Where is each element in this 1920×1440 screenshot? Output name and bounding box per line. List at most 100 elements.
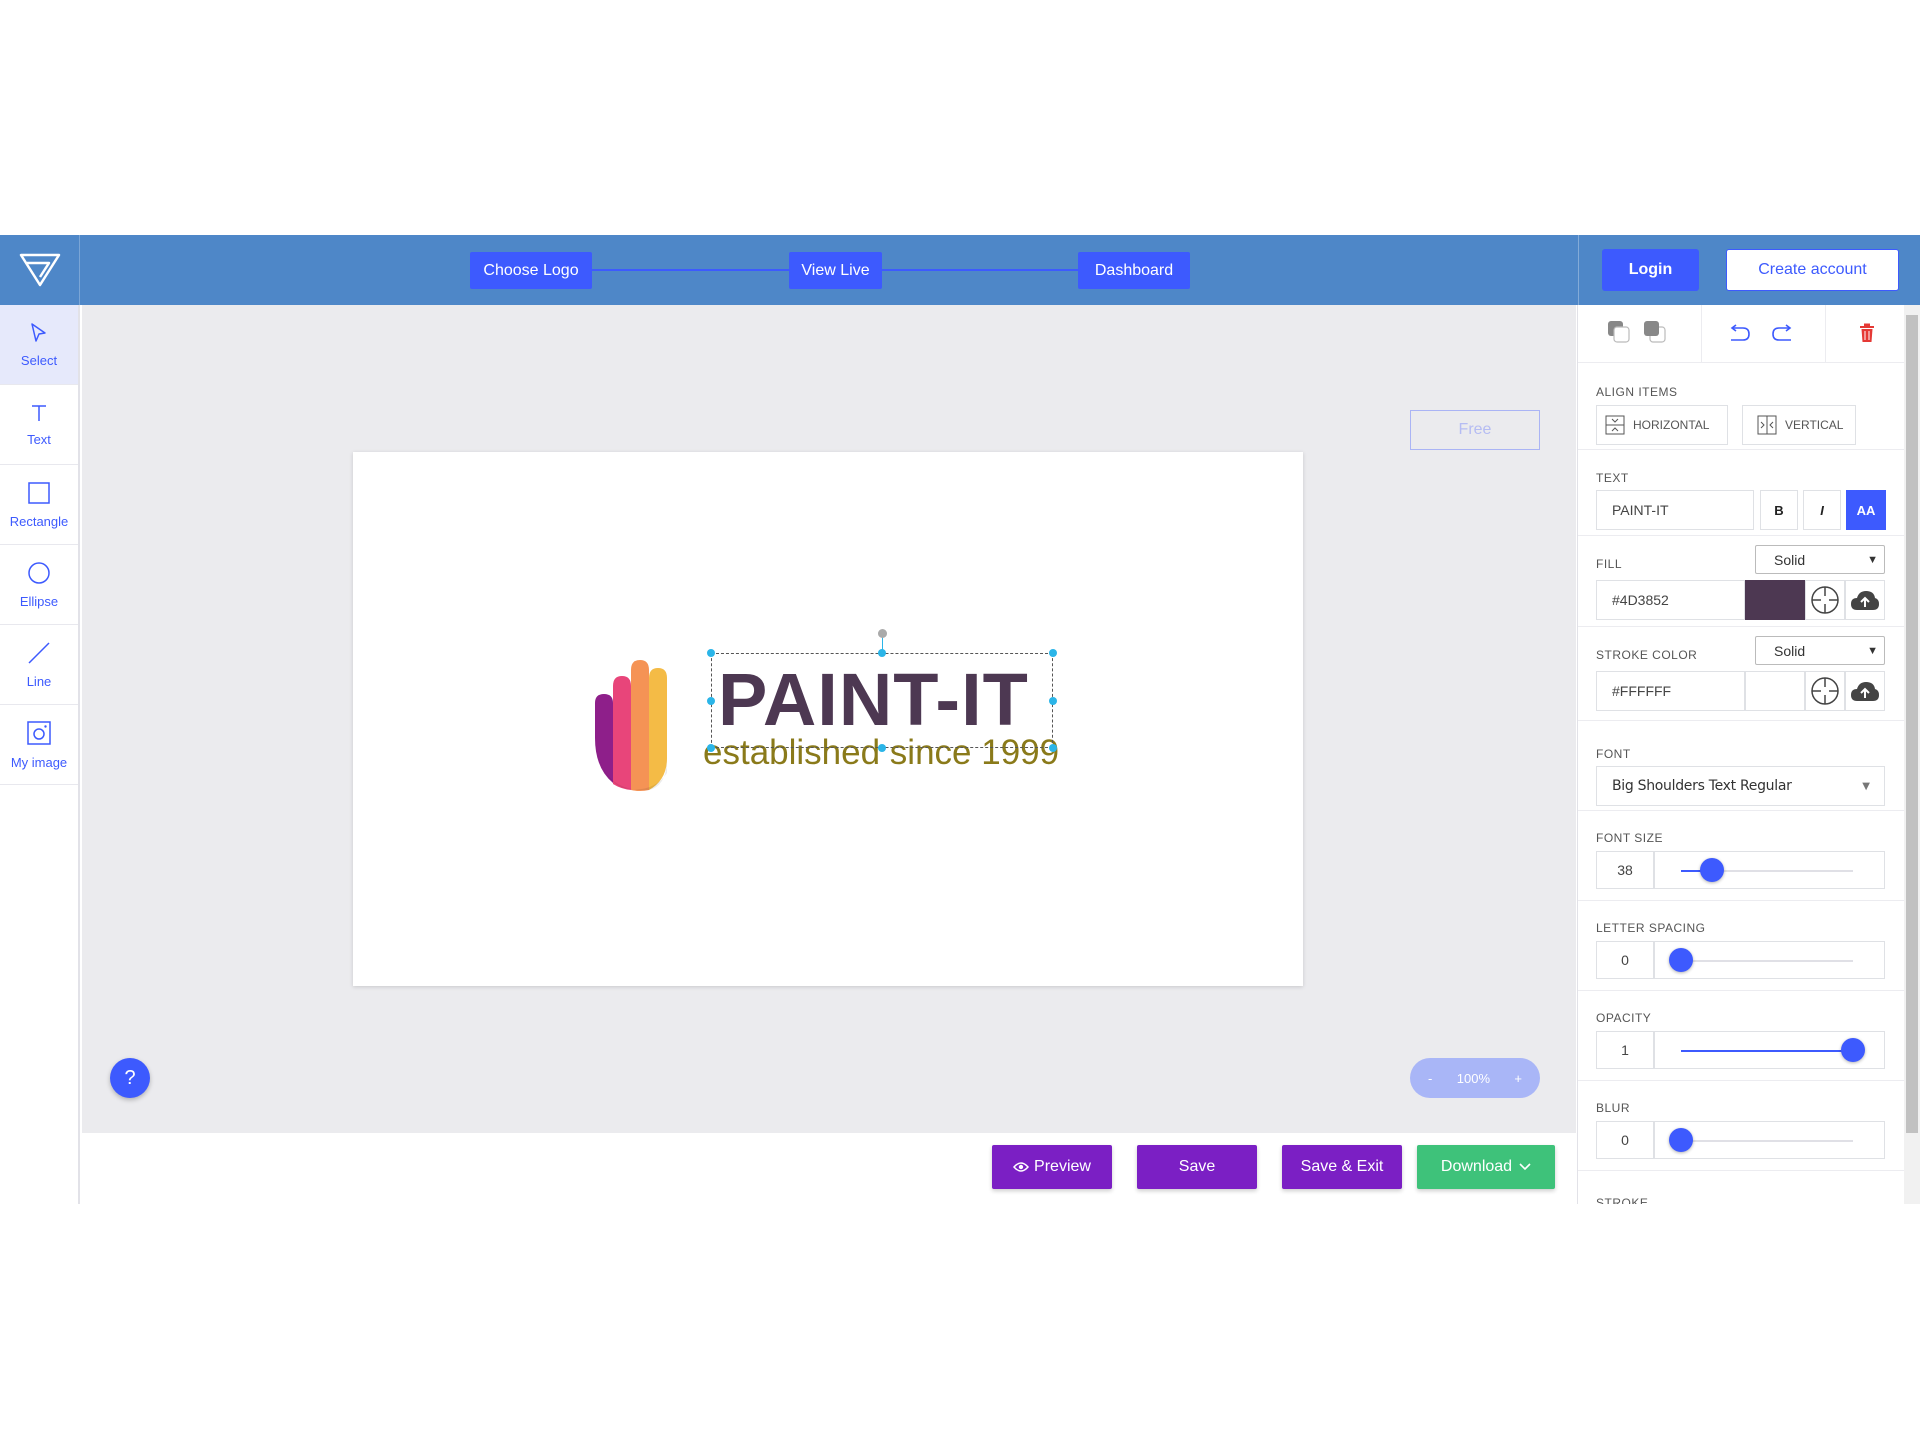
save-exit-button[interactable]: Save & Exit [1282, 1145, 1402, 1189]
resize-handle[interactable] [878, 649, 886, 657]
chevron-down-icon [1519, 1163, 1531, 1171]
opacity-slider[interactable] [1654, 1031, 1885, 1069]
section-label: LETTER SPACING [1596, 921, 1706, 935]
login-button[interactable]: Login [1602, 249, 1699, 291]
logo-icon [19, 253, 60, 287]
section-label: FONT [1596, 747, 1631, 761]
uppercase-button[interactable]: AA [1846, 490, 1886, 530]
stroke-hex-input[interactable]: #FFFFFF [1596, 671, 1745, 711]
align-vertical-button[interactable]: VERTICAL [1742, 405, 1856, 445]
slider-thumb[interactable] [1669, 948, 1693, 972]
artboard[interactable]: PAINT-IT established since 1999 [353, 452, 1303, 986]
fill-eyedropper-button[interactable] [1805, 580, 1845, 620]
font-size-input[interactable]: 38 [1596, 851, 1654, 889]
tool-ellipse[interactable]: Ellipse [0, 545, 78, 625]
letter-spacing-input[interactable]: 0 [1596, 941, 1654, 979]
resize-handle[interactable] [707, 744, 715, 752]
scrollbar-thumb[interactable] [1906, 315, 1918, 1133]
italic-button[interactable]: I [1803, 490, 1841, 530]
align-items-section: ALIGN ITEMS HORIZONTAL VERTICAL [1578, 363, 1904, 450]
divider [1701, 305, 1702, 363]
font-section: FONT Big Shoulders Text Regular ▼ [1578, 721, 1904, 811]
cloud-upload-icon [1851, 682, 1879, 701]
stroke-section: STROKE [1578, 1171, 1904, 1204]
font-size-slider[interactable] [1654, 851, 1885, 889]
slider-thumb[interactable] [1669, 1128, 1693, 1152]
text-content-input[interactable]: PAINT-IT [1596, 490, 1754, 530]
step-choose-logo[interactable]: Choose Logo [470, 252, 592, 289]
align-horizontal-icon [1605, 415, 1625, 435]
tool-my-image[interactable]: My image [0, 705, 78, 785]
help-button[interactable]: ? [110, 1058, 150, 1098]
stroke-type-select[interactable]: Solid ▼ [1755, 636, 1885, 665]
section-label: FILL [1596, 557, 1623, 571]
tool-label: Ellipse [19, 593, 59, 609]
align-horizontal-button[interactable]: HORIZONTAL [1596, 405, 1728, 445]
blur-slider[interactable] [1654, 1121, 1885, 1159]
resize-handle[interactable] [1049, 744, 1057, 752]
resize-handle[interactable] [1049, 649, 1057, 657]
preview-label: Preview [1034, 1158, 1091, 1175]
letter-spacing-slider[interactable] [1654, 941, 1885, 979]
section-label: OPACITY [1596, 1011, 1652, 1025]
redo-icon [1772, 324, 1792, 341]
tool-select[interactable]: Select [0, 305, 78, 385]
preview-button[interactable]: Preview [992, 1145, 1112, 1189]
ellipse-icon [28, 561, 50, 584]
resize-handle[interactable] [1049, 697, 1057, 705]
step-dashboard[interactable]: Dashboard [1078, 252, 1190, 289]
download-button[interactable]: Download [1417, 1145, 1555, 1189]
download-label: Download [1440, 1158, 1513, 1175]
image-icon [27, 720, 51, 745]
bold-button[interactable]: B [1760, 490, 1798, 530]
align-vertical-icon [1757, 415, 1777, 435]
fill-type-select[interactable]: Solid ▼ [1755, 545, 1885, 574]
letter-spacing-section: LETTER SPACING 0 [1578, 901, 1904, 991]
zoom-control: - 100% + [1410, 1058, 1540, 1098]
slider-thumb[interactable] [1699, 858, 1724, 882]
app-logo[interactable] [0, 235, 80, 305]
tool-sidebar: Select Text Rectangle Ellipse Line My im… [0, 305, 80, 1204]
create-account-button[interactable]: Create account [1726, 249, 1899, 291]
slider-thumb[interactable] [1841, 1038, 1865, 1062]
font-family-select[interactable]: Big Shoulders Text Regular ▼ [1596, 766, 1885, 806]
zoom-in-button[interactable]: + [1514, 1071, 1522, 1086]
chevron-down-icon: ▼ [1867, 644, 1878, 657]
fill-upload-button[interactable] [1845, 580, 1885, 620]
tool-label: Text [27, 431, 51, 447]
crosshair-icon [1811, 586, 1839, 614]
blur-section: BLUR 0 [1578, 1081, 1904, 1171]
send-backward-button[interactable] [1640, 317, 1670, 347]
crosshair-icon [1811, 677, 1839, 705]
panel-scrollbar[interactable] [1904, 305, 1920, 1204]
redo-button[interactable] [1768, 319, 1798, 347]
stroke-eyedropper-button[interactable] [1805, 671, 1845, 711]
stroke-color-swatch[interactable] [1745, 671, 1805, 711]
step-view-live[interactable]: View Live [789, 252, 882, 289]
section-label: BLUR [1596, 1101, 1631, 1115]
bring-forward-button[interactable] [1604, 317, 1634, 347]
resize-handle[interactable] [878, 744, 886, 752]
tool-text[interactable]: Text [0, 385, 78, 465]
rotate-handle[interactable] [878, 629, 887, 638]
tool-rectangle[interactable]: Rectangle [0, 465, 78, 545]
undo-button[interactable] [1724, 319, 1754, 347]
fill-color-swatch[interactable] [1745, 580, 1805, 620]
line-icon [28, 641, 50, 664]
blur-input[interactable]: 0 [1596, 1121, 1654, 1159]
fill-hex-input[interactable]: #4D3852 [1596, 580, 1745, 620]
free-badge-button[interactable]: Free [1410, 410, 1540, 450]
tool-line[interactable]: Line [0, 625, 78, 705]
opacity-section: OPACITY 1 [1578, 991, 1904, 1081]
resize-handle[interactable] [707, 697, 715, 705]
opacity-input[interactable]: 1 [1596, 1031, 1654, 1069]
save-button[interactable]: Save [1137, 1145, 1257, 1189]
resize-handle[interactable] [707, 649, 715, 657]
zoom-out-button[interactable]: - [1428, 1071, 1432, 1086]
tool-label: Line [26, 673, 52, 689]
stroke-upload-button[interactable] [1845, 671, 1885, 711]
selection-box[interactable] [711, 653, 1053, 748]
font-family-value: Big Shoulders Text Regular [1612, 778, 1792, 794]
delete-button[interactable] [1852, 319, 1882, 347]
rectangle-icon [28, 481, 50, 504]
